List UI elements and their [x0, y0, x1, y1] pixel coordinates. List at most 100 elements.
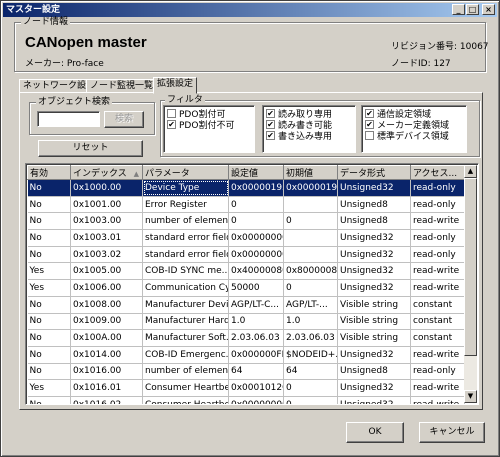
cell-data-type: Unsigned32 [337, 229, 411, 247]
cell-setting-value: 0x00000000 [228, 396, 284, 404]
cell-access: constant [410, 313, 465, 331]
cell-parameter: Error Register [142, 196, 229, 214]
column-header-index[interactable]: インデックス ▲ [70, 165, 143, 180]
checkbox-write-only[interactable]: ✔ [266, 131, 275, 140]
object-dictionary-table[interactable]: 有効 インデックス ▲ パラメータ 設定値 初期値 データ形式 アクセス... … [25, 163, 479, 405]
cell-initial-value: 0x80000080 [283, 262, 338, 281]
table-row[interactable]: Yes0x1016.01Consumer Heartbe...0x0001012… [27, 379, 465, 397]
table-row[interactable]: Yes 0x1005.00 COB-ID SYNC me... 0x40000080 0… [27, 262, 465, 281]
checkbox-read-only[interactable]: ✔ [266, 109, 275, 118]
cell-enabled: No [27, 346, 71, 364]
column-header-setting-value[interactable]: 設定値 [228, 165, 284, 180]
cell-enabled: No [27, 396, 71, 404]
table-row[interactable]: No 0x1016.00 number of elements 64 64 Unsigne… [27, 363, 465, 381]
cell-parameter: COB-ID SYNC me... [142, 262, 229, 281]
tab-node-monitor-list[interactable]: ノード監視一覧 [86, 79, 158, 93]
table-row[interactable]: Yes 0x1006.00 Communication Cy... 50000 0 Uns… [27, 279, 465, 297]
table-row[interactable]: No 0x1003.00 number of elements 0 0 Unsigned8… [27, 212, 465, 231]
search-button[interactable]: 検索 [104, 111, 144, 128]
column-header-access[interactable]: アクセス... [410, 165, 465, 180]
checkbox-standard-device-area[interactable] [365, 131, 374, 140]
cell-index: 0x1003.00 [70, 212, 143, 231]
cell-access: read-write [410, 346, 465, 364]
cell-setting-value: 50000 [228, 279, 284, 297]
cell-data-type: Unsigned32 [337, 246, 411, 264]
table-vertical-scrollbar[interactable]: ▲ ▼ [464, 165, 477, 403]
checkbox-pdo-not-mappable[interactable]: ✔ [167, 120, 176, 129]
cell-index: 0x1016.02 [70, 396, 143, 404]
object-search-input[interactable] [37, 111, 100, 127]
ok-button[interactable]: OK [346, 422, 404, 443]
filter-write-only[interactable]: ✔ 書き込み専用 [266, 130, 352, 142]
title-bar[interactable]: マスター設定 _ □ × [3, 3, 497, 17]
minimize-button[interactable]: _ [452, 4, 465, 15]
column-header-enabled[interactable]: 有効 [27, 165, 71, 180]
cell-data-type: Visible string [337, 329, 411, 347]
table-row[interactable]: No0x1016.02Consumer Heartbe...0x00000000… [27, 396, 465, 404]
cell-index: 0x1000.00 [70, 179, 143, 197]
cell-initial-value: 0x00000195 [283, 179, 338, 197]
cell-data-type: Unsigned32 [337, 262, 411, 281]
maximize-button[interactable]: □ [466, 4, 479, 15]
cell-access: read-write [410, 396, 465, 404]
cell-access: read-write [410, 212, 465, 231]
table-row[interactable]: No 0x1003.01 standard error field 0x0000000… [27, 229, 465, 247]
node-id: ノードID: 127 [391, 59, 451, 69]
checkbox-communication-area[interactable]: ✔ [365, 109, 374, 118]
cell-initial-value: $NODEID+... [283, 346, 338, 364]
cell-enabled: Yes [27, 379, 71, 397]
tab-extended-settings[interactable]: 拡張設定 [153, 77, 198, 94]
object-search-legend: オブジェクト検索 [36, 97, 113, 107]
window-title: マスター設定 [6, 5, 61, 15]
cell-setting-value: 0 [228, 212, 284, 231]
table-row[interactable]: No0x1009.00Manufacturer Hard...1.01.0Vis… [27, 313, 465, 331]
cell-initial-value [283, 229, 338, 247]
cell-parameter: Consumer Heartbe... [142, 379, 229, 397]
column-header-initial-value[interactable]: 初期値 [283, 165, 338, 180]
table-row[interactable]: No 0x100A.00 Manufacturer Soft... 2.03.06.0… [27, 329, 465, 347]
table-row[interactable]: No 0x1001.00 Error Register 0 Unsigned8 read-… [27, 196, 465, 214]
checkbox-pdo-mappable[interactable] [167, 109, 176, 118]
table-row[interactable]: No 0x1014.00 COB-ID Emergenc... 0x000000FF $… [27, 346, 465, 364]
cell-data-type: Visible string [337, 313, 411, 331]
scrollbar-thumb[interactable] [464, 178, 477, 356]
cell-data-type: Unsigned32 [337, 279, 411, 297]
column-header-data-type[interactable]: データ形式 [337, 165, 411, 180]
cell-enabled: Yes [27, 279, 71, 297]
table-row[interactable]: No 0x1003.02 standard error field 0x0000000… [27, 246, 465, 264]
cell-parameter: Consumer Heartbe... [142, 396, 229, 404]
table-row[interactable]: No 0x1000.00 Device Type 0x00000195 0x000001… [27, 179, 465, 197]
cell-access: constant [410, 329, 465, 347]
pdo-filter-list: PDO割付可 ✔ PDO割付不可 [163, 105, 255, 153]
cell-parameter: Communication Cy... [142, 279, 229, 297]
cell-enabled: No [27, 246, 71, 264]
cell-index: 0x1003.02 [70, 246, 143, 264]
table-row[interactable]: No 0x1008.00 Manufacturer Devi... AGP/LT-C.… [27, 296, 465, 314]
scroll-up-icon[interactable]: ▲ [464, 165, 477, 178]
scroll-down-icon[interactable]: ▼ [464, 390, 477, 403]
reset-button[interactable]: リセット [38, 140, 143, 157]
filter-pdo-not-mappable[interactable]: ✔ PDO割付不可 [167, 119, 251, 131]
column-header-parameter[interactable]: パラメータ [142, 165, 229, 180]
filter-standard-device-area[interactable]: 標準デバイス領域 [365, 130, 463, 142]
cancel-button[interactable]: キャンセル [419, 422, 485, 443]
cell-enabled: Yes [27, 262, 71, 281]
filter-label: PDO割付不可 [179, 121, 235, 131]
cell-initial-value [283, 196, 338, 214]
checkbox-read-write[interactable]: ✔ [266, 120, 275, 129]
cell-data-type: Visible string [337, 296, 411, 314]
cell-parameter: Manufacturer Soft... [142, 329, 229, 347]
cell-data-type: Unsigned32 [337, 379, 411, 397]
cell-data-type: Unsigned8 [337, 196, 411, 214]
checkbox-manufacturer-area[interactable]: ✔ [365, 120, 374, 129]
cell-initial-value: 0 [283, 212, 338, 231]
filter-label: 書き込み専用 [278, 132, 333, 142]
cell-parameter: standard error field [142, 229, 229, 247]
cell-access: read-write [410, 279, 465, 297]
cell-index: 0x1009.00 [70, 313, 143, 331]
cell-index: 0x1005.00 [70, 262, 143, 281]
close-button[interactable]: × [482, 4, 495, 15]
cell-setting-value: 0x000000FF [228, 346, 284, 364]
cell-index: 0x1001.00 [70, 196, 143, 214]
cell-initial-value: 1.0 [283, 313, 338, 331]
